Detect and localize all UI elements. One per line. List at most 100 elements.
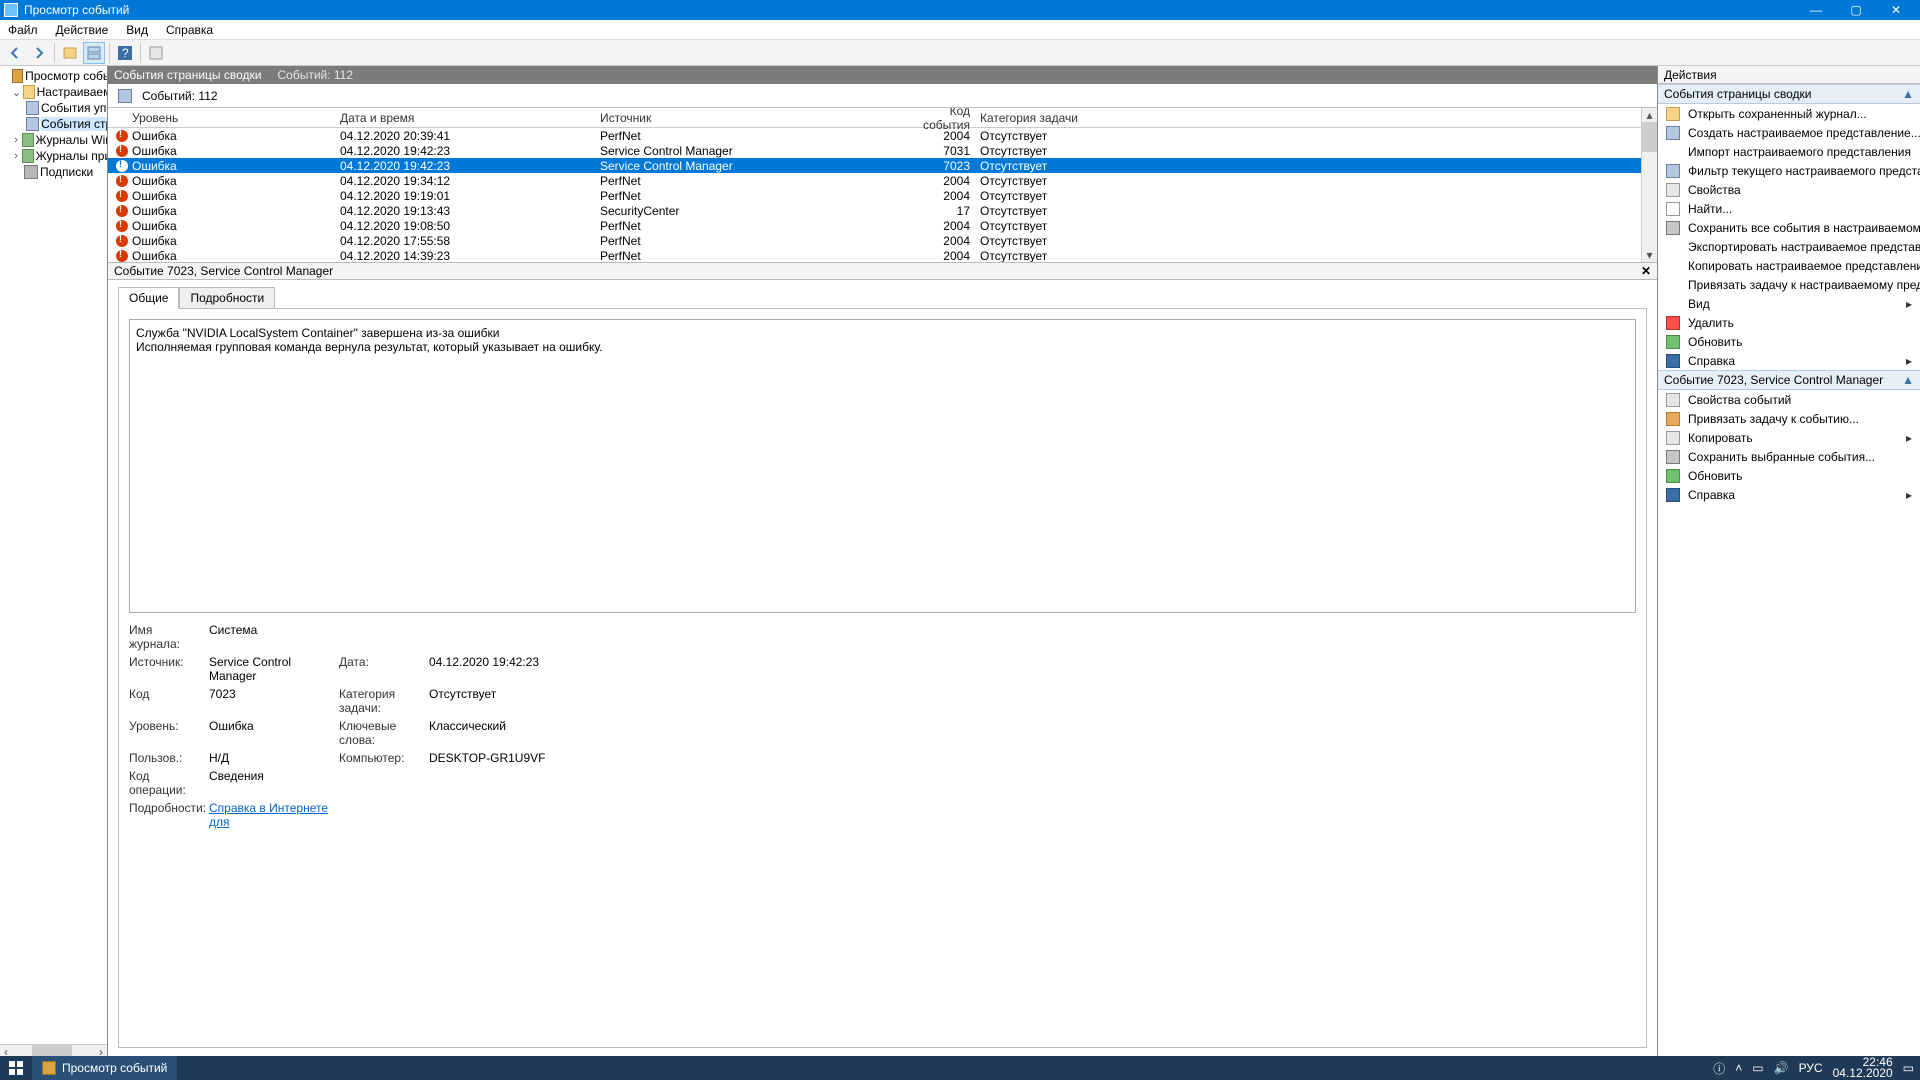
filter-icon	[1666, 126, 1680, 140]
tray-language[interactable]: РУС	[1799, 1061, 1823, 1075]
col-category[interactable]: Категория задачи	[980, 111, 1140, 125]
tree-windows-logs[interactable]: ›Журналы Windo	[0, 132, 107, 148]
table-row[interactable]: Ошибка 04.12.2020 19:42:23 Service Contr…	[108, 143, 1641, 158]
actions-section-1[interactable]: События страницы сводки▲	[1658, 84, 1920, 104]
action-copy[interactable]: Копировать▸	[1658, 428, 1920, 447]
error-icon	[116, 190, 128, 202]
menu-help[interactable]: Справка	[162, 21, 217, 39]
properties-icon	[1666, 393, 1680, 407]
start-button[interactable]	[0, 1056, 32, 1080]
tree-subscriptions[interactable]: Подписки	[0, 164, 107, 180]
action-open-log[interactable]: Открыть сохраненный журнал...	[1658, 104, 1920, 123]
action-save-all[interactable]: Сохранить все события в настраиваемом пр…	[1658, 218, 1920, 237]
maximize-button[interactable]: ▢	[1836, 3, 1876, 17]
action-attach-task[interactable]: Привязать задачу к настраиваемому предст…	[1658, 275, 1920, 294]
actions-section-2[interactable]: Событие 7023, Service Control Manager▲	[1658, 370, 1920, 390]
minimize-button[interactable]: —	[1796, 3, 1836, 17]
forward-button[interactable]	[28, 42, 50, 64]
action-refresh-2[interactable]: Обновить	[1658, 466, 1920, 485]
help-button[interactable]: ?	[114, 42, 136, 64]
center-count2: Событий: 112	[142, 89, 218, 103]
tray-volume-icon[interactable]: 🔊	[1774, 1061, 1789, 1075]
table-row[interactable]: Ошибка 04.12.2020 19:13:43 SecurityCente…	[108, 203, 1641, 218]
detail-close-button[interactable]: ✕	[1641, 264, 1651, 278]
tray-network-icon[interactable]: ▭	[1752, 1061, 1763, 1075]
action-event-properties[interactable]: Свойства событий	[1658, 390, 1920, 409]
grid-header[interactable]: Уровень Дата и время Источник Код событи…	[108, 108, 1641, 128]
action-import-view[interactable]: Импорт настраиваемого представления	[1658, 142, 1920, 161]
menu-action[interactable]: Действие	[52, 21, 113, 39]
detail-tabs: Общие Подробности	[108, 280, 1657, 308]
search-icon	[1666, 202, 1680, 216]
tab-details[interactable]: Подробности	[179, 287, 275, 309]
taskbar: Просмотр событий ⓘ ˄ ▭ 🔊 РУС 22:4604.12.…	[0, 1056, 1920, 1080]
tree-hscroll[interactable]: ‹›	[0, 1044, 107, 1056]
window-titlebar: Просмотр событий — ▢ ✕	[0, 0, 1920, 20]
help-link[interactable]: Справка в Интернете для	[209, 801, 328, 829]
table-row[interactable]: Ошибка 04.12.2020 19:08:50 PerfNet 2004 …	[108, 218, 1641, 233]
grid-vscroll[interactable]: ▴▾	[1641, 108, 1657, 262]
center-count: Событий: 112	[277, 68, 353, 82]
tree-admin-events[interactable]: События упр	[0, 100, 107, 116]
tree-custom-views[interactable]: ⌄Настраиваемые	[0, 84, 107, 100]
tree-root[interactable]: Просмотр событий	[0, 68, 107, 84]
taskbar-app[interactable]: Просмотр событий	[32, 1056, 177, 1080]
error-icon	[116, 175, 128, 187]
action-export[interactable]: Экспортировать настраиваемое представлен…	[1658, 237, 1920, 256]
action-help-2[interactable]: Справка▸	[1658, 485, 1920, 504]
system-tray: ⓘ ˄ ▭ 🔊 РУС 22:4604.12.2020 ▭	[1713, 1057, 1920, 1079]
help-icon	[1666, 354, 1680, 368]
action-filter[interactable]: Фильтр текущего настраиваемого представл…	[1658, 161, 1920, 180]
properties-icon	[1666, 183, 1680, 197]
close-button[interactable]: ✕	[1876, 3, 1916, 17]
col-datetime[interactable]: Дата и время	[340, 111, 600, 125]
task-icon	[1666, 412, 1680, 426]
action-help[interactable]: Справка▸	[1658, 351, 1920, 370]
col-source[interactable]: Источник	[600, 111, 920, 125]
tree-app-logs[interactable]: ›Журналы прило	[0, 148, 107, 164]
tab-general[interactable]: Общие	[118, 287, 179, 309]
action-view[interactable]: Вид▸	[1658, 294, 1920, 313]
center-header: События страницы сводки Событий: 112	[108, 66, 1657, 84]
tray-help-icon[interactable]: ⓘ	[1713, 1060, 1725, 1077]
action-save-selected[interactable]: Сохранить выбранные события...	[1658, 447, 1920, 466]
action-attach-event-task[interactable]: Привязать задачу к событию...	[1658, 409, 1920, 428]
detail-metadata: Имя журнала:Система Источник:Service Con…	[129, 623, 1636, 829]
menu-bar: Файл Действие Вид Справка	[0, 20, 1920, 40]
app-icon	[42, 1061, 56, 1075]
detail-header: Событие 7023, Service Control Manager ✕	[108, 262, 1657, 280]
settings-button[interactable]	[145, 42, 167, 64]
save-icon	[1666, 450, 1680, 464]
table-row[interactable]: Ошибка 04.12.2020 19:19:01 PerfNet 2004 …	[108, 188, 1641, 203]
delete-icon	[1666, 316, 1680, 330]
tray-clock[interactable]: 22:4604.12.2020	[1833, 1057, 1893, 1079]
detail-description: Служба "NVIDIA LocalSystem Container" за…	[129, 319, 1636, 613]
save-icon	[1666, 221, 1680, 235]
tray-chevron-icon[interactable]: ˄	[1735, 1061, 1742, 1075]
action-find[interactable]: Найти...	[1658, 199, 1920, 218]
window-title: Просмотр событий	[24, 3, 129, 17]
col-level[interactable]: Уровень	[132, 111, 340, 125]
show-tree-button[interactable]	[59, 42, 81, 64]
table-row[interactable]: Ошибка 04.12.2020 19:42:23 Service Contr…	[108, 158, 1641, 173]
action-copy-view[interactable]: Копировать настраиваемое представление..…	[1658, 256, 1920, 275]
table-row[interactable]: Ошибка 04.12.2020 20:39:41 PerfNet 2004 …	[108, 128, 1641, 143]
table-row[interactable]: Ошибка 04.12.2020 19:34:12 PerfNet 2004 …	[108, 173, 1641, 188]
action-delete[interactable]: Удалить	[1658, 313, 1920, 332]
action-create-view[interactable]: Создать настраиваемое представление...	[1658, 123, 1920, 142]
help-icon	[1666, 488, 1680, 502]
center-title: События страницы сводки	[114, 68, 261, 82]
tree-summary-events[interactable]: События стр	[0, 116, 107, 132]
menu-file[interactable]: Файл	[4, 21, 42, 39]
action-refresh[interactable]: Обновить	[1658, 332, 1920, 351]
preview-button[interactable]	[83, 42, 105, 64]
error-icon	[116, 130, 128, 142]
back-button[interactable]	[4, 42, 26, 64]
table-row[interactable]: Ошибка 04.12.2020 14:39:23 PerfNet 2004 …	[108, 248, 1641, 262]
menu-view[interactable]: Вид	[122, 21, 152, 39]
table-row[interactable]: Ошибка 04.12.2020 17:55:58 PerfNet 2004 …	[108, 233, 1641, 248]
tray-notifications-icon[interactable]: ▭	[1903, 1061, 1914, 1075]
app-icon	[4, 3, 18, 17]
action-properties[interactable]: Свойства	[1658, 180, 1920, 199]
folder-icon	[1666, 107, 1680, 121]
